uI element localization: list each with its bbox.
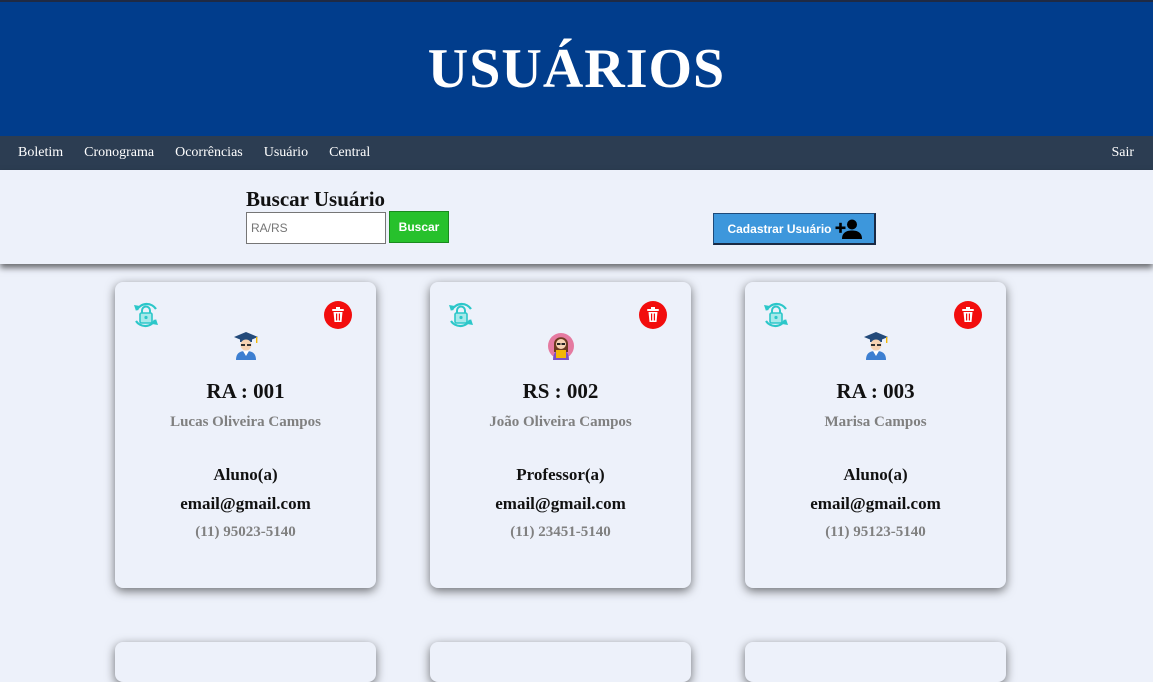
user-name: Marisa Campos xyxy=(824,414,927,430)
user-role: Aluno(a) xyxy=(213,465,278,484)
delete-user-icon[interactable] xyxy=(639,301,667,329)
nav-item-boletim[interactable]: Boletim xyxy=(18,145,63,161)
delete-user-icon[interactable] xyxy=(324,301,352,329)
user-card: RS : 002 João Oliveira Campos Professor(… xyxy=(430,282,691,588)
search-input[interactable] xyxy=(246,212,386,244)
reset-password-icon[interactable] xyxy=(446,300,476,330)
add-user-icon xyxy=(835,219,862,239)
student-icon xyxy=(234,332,258,360)
user-card-partial xyxy=(745,642,1006,682)
reset-password-icon[interactable] xyxy=(131,300,161,330)
nav-item-cronograma[interactable]: Cronograma xyxy=(84,145,154,161)
user-email: email@gmail.com xyxy=(180,494,311,513)
teacher-icon xyxy=(548,333,574,360)
user-name: Lucas Oliveira Campos xyxy=(170,414,321,430)
search-button[interactable]: Buscar xyxy=(389,211,449,243)
student-icon xyxy=(864,332,888,360)
user-role: Professor(a) xyxy=(516,465,605,484)
user-phone: (11) 23451-5140 xyxy=(510,524,611,540)
register-user-button[interactable]: Cadastrar Usuário xyxy=(713,213,876,245)
user-card: RA : 003 Marisa Campos Aluno(a) email@gm… xyxy=(745,282,1006,588)
page-title: USUÁRIOS xyxy=(427,38,726,100)
user-id: RS : 002 xyxy=(522,379,599,403)
user-name: João Oliveira Campos xyxy=(489,414,632,430)
user-card-partial xyxy=(115,642,376,682)
main-nav: Boletim Cronograma Ocorrências Usuário C… xyxy=(0,136,1153,170)
user-card: RA : 001 Lucas Oliveira Campos Aluno(a) … xyxy=(115,282,376,588)
user-phone: (11) 95023-5140 xyxy=(195,524,296,540)
nav-item-usuario[interactable]: Usuário xyxy=(264,145,308,161)
user-card-partial xyxy=(430,642,691,682)
page-header: USUÁRIOS xyxy=(0,2,1153,136)
user-phone: (11) 95123-5140 xyxy=(825,524,926,540)
user-email: email@gmail.com xyxy=(495,494,626,513)
logout-link[interactable]: Sair xyxy=(1111,145,1134,161)
nav-item-ocorrencias[interactable]: Ocorrências xyxy=(175,145,243,161)
user-id: RA : 003 xyxy=(836,379,915,403)
search-toolbar: Buscar Usuário Buscar Cadastrar Usuário xyxy=(0,170,1153,264)
delete-user-icon[interactable] xyxy=(954,301,982,329)
reset-password-icon[interactable] xyxy=(761,300,791,330)
user-id: RA : 001 xyxy=(206,379,285,403)
register-user-label: Cadastrar Usuário xyxy=(727,221,832,236)
nav-item-central[interactable]: Central xyxy=(329,145,370,161)
user-email: email@gmail.com xyxy=(810,494,941,513)
search-title: Buscar Usuário xyxy=(246,187,386,211)
user-role: Aluno(a) xyxy=(843,465,908,484)
